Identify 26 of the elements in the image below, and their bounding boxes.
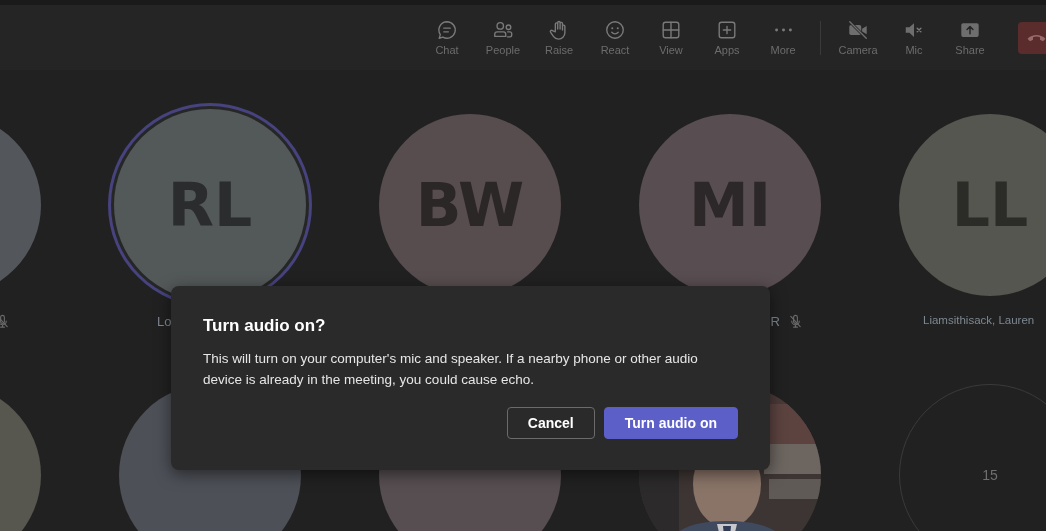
toolbar-button[interactable]: Raise [531,19,587,56]
chat-icon [436,19,458,41]
confirm-button[interactable]: Turn audio on [603,407,738,439]
toolbar-button[interactable]: View [643,19,699,56]
dialog-title: Turn audio on? [203,316,327,336]
toolbar-button[interactable]: Apps [699,19,755,56]
phone-icon [1027,33,1046,42]
toolbar-button[interactable]: Chat [419,19,475,56]
toolbar-button[interactable]: More [755,19,811,56]
grid-icon [660,19,682,41]
dialog-message: This will turn on your computer's mic and speaker. If a nearby phone or other audio device is already in the meeting, you could cause echo. [203,350,699,389]
participant-name: Lo [157,314,172,329]
more-icon [774,28,792,32]
toolbar-button[interactable]: Camera [830,19,886,56]
camera-off-icon [847,19,869,41]
toolbar-button[interactable]: React [587,19,643,56]
toolbar-button[interactable]: Mic [886,19,942,56]
cancel-button[interactable]: Cancel [506,407,595,439]
people-icon [492,19,514,41]
smiley-icon [604,19,626,41]
leave-button[interactable] [1018,21,1046,54]
participant-name: R [770,314,780,329]
toolbar-button[interactable]: Share [942,19,998,56]
apps-icon [716,19,738,41]
participant-name: Liamsithisack, Lauren [923,314,1035,326]
toolbar-button[interactable]: People [475,19,531,56]
